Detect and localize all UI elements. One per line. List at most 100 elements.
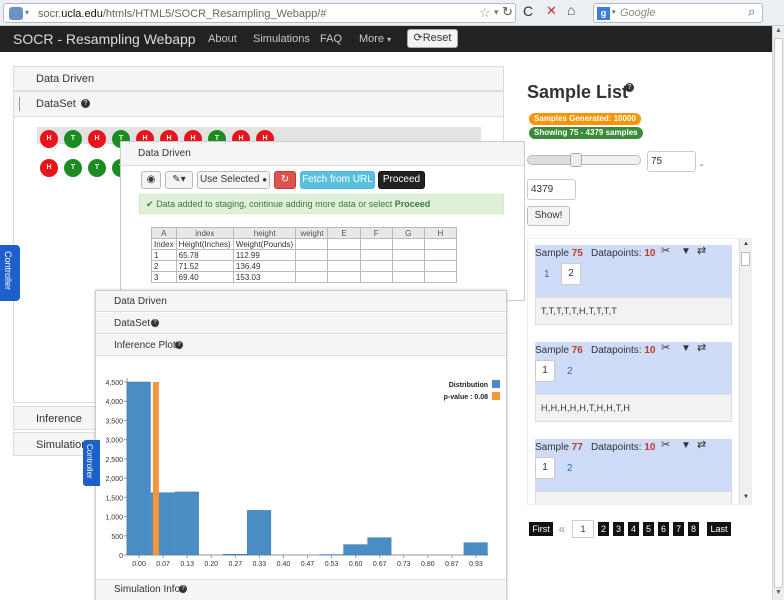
filter-icon[interactable]: ▼: [681, 247, 691, 257]
repeat-icon[interactable]: ⇄: [697, 246, 706, 257]
proceed-button[interactable]: Proceed: [378, 171, 425, 189]
refresh-icon[interactable]: ↻: [502, 5, 513, 18]
filter-icon[interactable]: ▼: [681, 344, 691, 354]
sample-tab-1[interactable]: 1: [535, 457, 555, 479]
show-button[interactable]: Show!: [527, 206, 570, 226]
nav-faq[interactable]: FAQ: [320, 33, 342, 45]
home-icon[interactable]: ⌂: [567, 3, 575, 17]
sheet-cell[interactable]: [391, 260, 425, 272]
spreadsheet[interactable]: Aindex height weight E F G H Index Height(Inches…: [151, 227, 458, 283]
sheet-cell[interactable]: [359, 238, 393, 250]
sheet-cell[interactable]: [359, 249, 393, 261]
sheet-cell[interactable]: [295, 271, 329, 283]
use-selected-button[interactable]: Use Selected ●: [197, 171, 270, 189]
sheet-cell[interactable]: 112.99: [232, 249, 297, 261]
brand-title[interactable]: SOCR - Resampling Webapp: [13, 31, 196, 47]
url-text[interactable]: socr.ucla.edu/htmls/HTML5/SOCR_Resamplin…: [38, 8, 326, 20]
simulation-info-header[interactable]: Simulation Info ?: [96, 579, 506, 600]
sheet-cell[interactable]: [295, 238, 329, 250]
data-driven-panel-header[interactable]: Data Driven: [13, 66, 504, 91]
sheet-col-header[interactable]: G: [391, 227, 425, 239]
sheet-cell[interactable]: 71.52: [175, 260, 234, 272]
sheet-col-header[interactable]: A: [151, 227, 177, 239]
pager-page-6[interactable]: 6: [658, 522, 669, 536]
range-to-input[interactable]: 4379: [527, 179, 576, 200]
sheet-cell[interactable]: 69.40: [175, 271, 234, 283]
pager-page-8[interactable]: 8: [688, 522, 699, 536]
pager-first[interactable]: First: [529, 522, 553, 536]
reset-button[interactable]: ⟳Reset: [407, 29, 458, 48]
front-dataset-header[interactable]: DataSet ?: [96, 313, 506, 334]
url-dropdown-icon[interactable]: ▾: [494, 8, 499, 17]
pager-page-7[interactable]: 7: [673, 522, 684, 536]
slider-handle[interactable]: [570, 153, 582, 167]
scroll-thumb[interactable]: [774, 38, 783, 588]
search-icon[interactable]: ⌕: [748, 5, 755, 18]
controller-tab[interactable]: Controller: [0, 245, 20, 301]
sheet-cell[interactable]: [423, 238, 458, 250]
sheet-cell[interactable]: [327, 249, 361, 261]
pager-page-4[interactable]: 4: [628, 522, 639, 536]
pager-page-1[interactable]: 1: [572, 520, 594, 538]
sheet-cell[interactable]: 3: [151, 271, 177, 283]
sample-tab-1[interactable]: 1: [535, 360, 555, 382]
page-scrollbar[interactable]: ▲ ▼: [772, 26, 784, 600]
list-scrollbar[interactable]: ▲ ▼: [739, 239, 751, 504]
pager-last[interactable]: Last: [707, 522, 731, 536]
list-scroll-down-icon[interactable]: ▼: [743, 494, 749, 500]
pager-prev[interactable]: «: [557, 522, 567, 536]
front-controller-tab[interactable]: Controller: [83, 440, 100, 486]
sheet-col-header[interactable]: H: [423, 227, 458, 239]
sheet-cell[interactable]: [327, 260, 361, 272]
dd-window-header[interactable]: Data Driven: [121, 142, 524, 166]
pager-page-3[interactable]: 3: [613, 522, 624, 536]
sheet-cell[interactable]: 136.49: [232, 260, 297, 272]
sheet-cell[interactable]: [327, 271, 361, 283]
stop-icon[interactable]: ✕: [546, 4, 557, 17]
sample-tab-2[interactable]: 2: [567, 463, 573, 474]
scissors-icon[interactable]: ✂: [661, 343, 670, 354]
back-button[interactable]: ◉: [141, 171, 161, 189]
nav-simulations[interactable]: Simulations: [253, 33, 310, 45]
search-box[interactable]: g ▾ Google ⌕: [593, 3, 763, 23]
question-icon[interactable]: ?: [175, 341, 183, 349]
question-icon[interactable]: ?: [151, 319, 159, 327]
search-engine-dropdown-icon[interactable]: ▾: [612, 9, 616, 16]
sheet-cell[interactable]: 2: [151, 260, 177, 272]
question-icon[interactable]: ?: [179, 585, 187, 593]
dataset-header[interactable]: DataSet ?: [14, 92, 503, 117]
sheet-col-header[interactable]: F: [359, 227, 393, 239]
reload-icon[interactable]: C: [523, 4, 533, 18]
nav-about[interactable]: About: [208, 33, 237, 45]
range-from-input[interactable]: 75: [647, 151, 696, 172]
sheet-cell[interactable]: Height(Inches): [175, 238, 234, 250]
clear-button[interactable]: ↻: [274, 171, 296, 189]
fetch-url-button[interactable]: Fetch from URL: [300, 171, 375, 189]
sheet-cell[interactable]: 65.78: [175, 249, 234, 261]
star-icon[interactable]: ☆: [479, 6, 491, 19]
scissors-icon[interactable]: ✂: [661, 246, 670, 257]
repeat-icon[interactable]: ⇄: [697, 440, 706, 451]
pager-page-2[interactable]: 2: [598, 522, 609, 536]
sheet-cell[interactable]: [295, 260, 329, 272]
nav-more[interactable]: More ▾: [359, 33, 391, 45]
sample-tab-2[interactable]: 2: [561, 263, 581, 285]
question-icon[interactable]: ?: [625, 83, 634, 92]
sample-tab-1[interactable]: 1: [544, 269, 550, 280]
sheet-cell[interactable]: [423, 260, 458, 272]
scissors-icon[interactable]: ✂: [661, 440, 670, 451]
list-scroll-thumb[interactable]: [741, 252, 750, 266]
sheet-cell[interactable]: [359, 271, 393, 283]
sheet-col-header[interactable]: weight: [295, 227, 329, 239]
front-data-driven-header[interactable]: Data Driven: [96, 291, 506, 312]
sheet-cell[interactable]: [327, 238, 361, 250]
tools-dropdown[interactable]: ✎▾: [165, 171, 193, 189]
sheet-cell[interactable]: [423, 271, 458, 283]
sample-tab-2[interactable]: 2: [567, 366, 573, 377]
filter-icon[interactable]: ▼: [681, 441, 691, 451]
range-slider[interactable]: [527, 153, 641, 167]
sheet-cell[interactable]: Weight(Pounds): [232, 238, 297, 250]
sheet-cell[interactable]: 153.03: [232, 271, 297, 283]
sheet-cell[interactable]: [391, 249, 425, 261]
sheet-cell[interactable]: [391, 238, 425, 250]
